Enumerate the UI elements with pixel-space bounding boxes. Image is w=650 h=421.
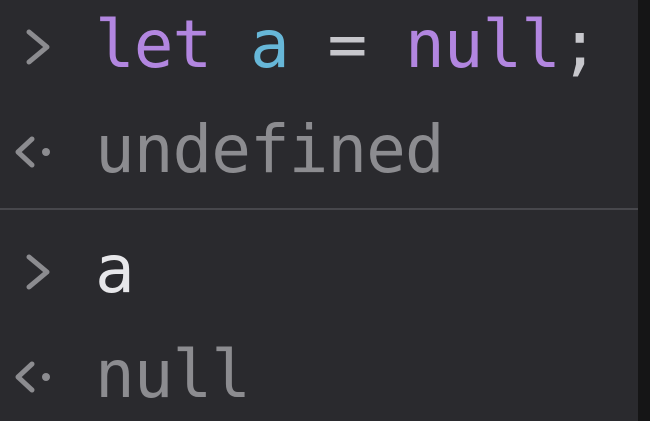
return-arrow-icon — [15, 136, 50, 168]
console-input-code: let a = null; — [95, 0, 600, 90]
console-output-text: null — [95, 336, 251, 413]
console-divider — [0, 208, 638, 210]
browser-console: let a = null; undefined a null — [0, 0, 638, 421]
console-output-entry: undefined — [0, 105, 638, 195]
variable-token: a — [249, 6, 290, 83]
scrollbar-track[interactable] — [638, 0, 650, 421]
console-input-entry[interactable]: a — [0, 225, 638, 315]
chevron-right-icon — [26, 29, 50, 65]
console-output-text: undefined — [95, 111, 445, 188]
null-keyword-token: null — [404, 6, 561, 83]
console-input-code: a — [95, 231, 135, 308]
semicolon-token: ; — [559, 6, 600, 83]
chevron-right-icon — [26, 254, 50, 290]
operator-token: = — [327, 6, 367, 83]
keyword-token: let — [95, 6, 212, 83]
console-output-entry: null — [0, 330, 638, 420]
console-input-entry[interactable]: let a = null; — [0, 0, 638, 90]
return-arrow-icon — [15, 361, 50, 393]
